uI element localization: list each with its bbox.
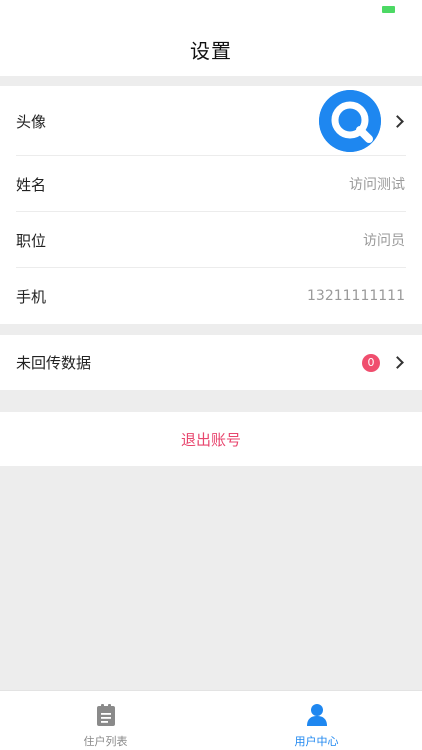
tab-resident-list-label: 住户列表 bbox=[83, 735, 128, 748]
avatar-row[interactable]: 头像 bbox=[0, 86, 422, 156]
logout-button[interactable]: 退出账号 bbox=[0, 412, 422, 466]
phone-value: 13211111111 bbox=[307, 288, 405, 304]
page-title: 设置 bbox=[190, 38, 232, 63]
profile-group: 头像 姓名 访问测试 职位 访问员 手机 13211111111 bbox=[0, 86, 422, 324]
status-bar bbox=[0, 0, 422, 22]
position-label: 职位 bbox=[16, 231, 47, 250]
position-row: 职位 访问员 bbox=[0, 212, 422, 268]
tab-bar: 住户列表 用户中心 bbox=[0, 690, 422, 750]
chevron-right-icon bbox=[391, 114, 404, 128]
phone-label: 手机 bbox=[16, 287, 47, 306]
unsynced-count-badge: 0 bbox=[362, 353, 380, 372]
name-row: 姓名 访问测试 bbox=[0, 156, 422, 212]
name-value: 访问测试 bbox=[349, 177, 405, 193]
settings-screen: 设置 头像 姓名 访问测试 职位 访问员 手机 13211111111 未回传数… bbox=[0, 0, 422, 750]
position-value: 访问员 bbox=[363, 233, 405, 249]
tab-resident-list[interactable]: 住户列表 bbox=[0, 691, 211, 750]
avatar[interactable] bbox=[319, 90, 381, 152]
search-logo-icon bbox=[319, 90, 381, 152]
unsynced-data-label: 未回传数据 bbox=[16, 354, 92, 372]
battery-icon bbox=[382, 6, 395, 13]
unsynced-data-row[interactable]: 未回传数据 0 bbox=[0, 335, 422, 390]
unsynced-group: 未回传数据 0 bbox=[0, 335, 422, 390]
phone-row: 手机 13211111111 bbox=[0, 268, 422, 324]
tab-user-center-label: 用户中心 bbox=[294, 735, 339, 748]
name-label: 姓名 bbox=[16, 175, 47, 194]
clipboard-icon bbox=[96, 704, 115, 726]
logout-group: 退出账号 bbox=[0, 412, 422, 466]
tab-user-center[interactable]: 用户中心 bbox=[211, 691, 422, 750]
nav-bar: 设置 bbox=[0, 22, 422, 76]
chevron-right-icon bbox=[391, 356, 404, 369]
user-icon bbox=[306, 704, 327, 726]
avatar-label: 头像 bbox=[16, 112, 47, 131]
